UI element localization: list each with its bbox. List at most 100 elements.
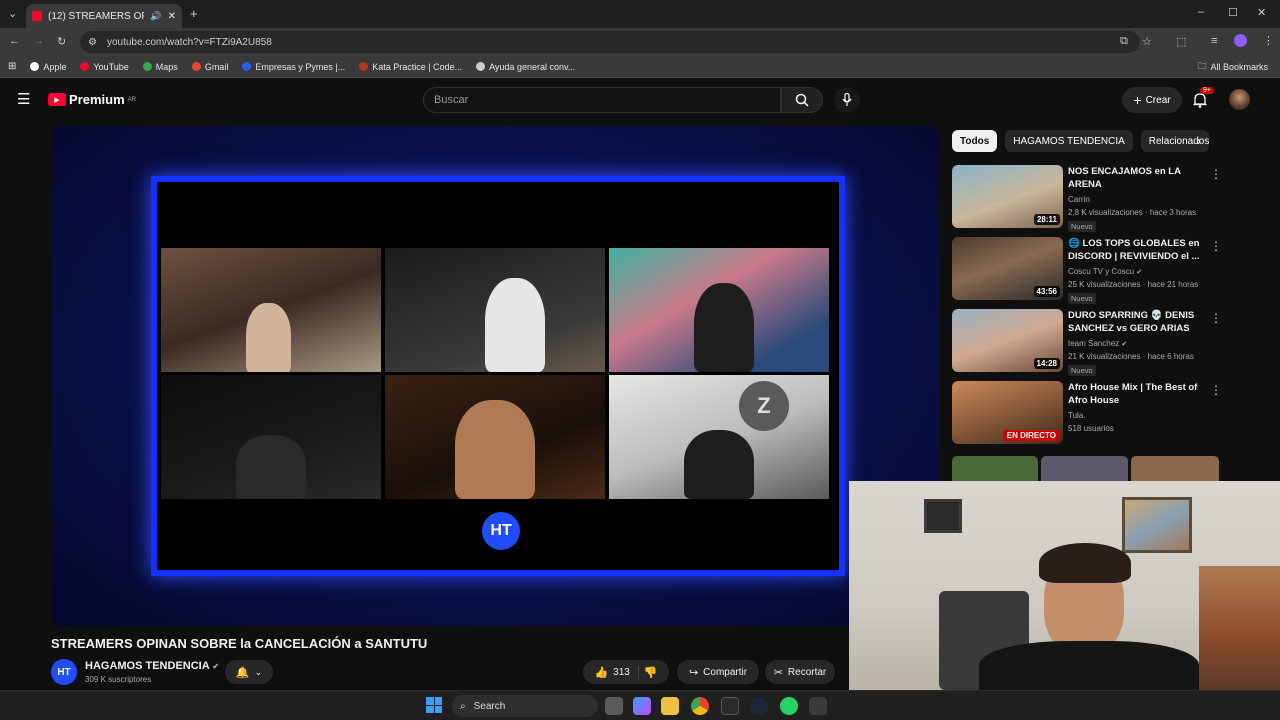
minimize-icon[interactable]: – — [1198, 6, 1204, 18]
maximize-icon[interactable]: ☐ — [1228, 6, 1238, 19]
browser-tab-bar: ⌄ (12) STREAMERS OPINAN S 🔊 ✕ + – ☐ ✕ — [0, 0, 1280, 28]
recommendation-item[interactable]: 28:11 NOS ENCAJAMOS en LA ARENA Carrin 2… — [952, 165, 1222, 232]
chrome-icon[interactable] — [691, 697, 709, 715]
apps-grid-icon[interactable]: ⊞ — [8, 61, 16, 72]
store-icon[interactable] — [721, 697, 739, 715]
recommendation-channel[interactable]: Tula. — [1068, 411, 1086, 420]
chip-hagamos-tendencia[interactable]: HAGAMOS TENDENCIA — [1005, 130, 1133, 152]
video-title: STREAMERS OPINAN SOBRE la CANCELACIÓN a … — [51, 636, 428, 651]
bookmark-kata[interactable]: Kata Practice | Code... — [359, 62, 462, 72]
search-icon — [795, 93, 809, 107]
recommendation-title[interactable]: Afro House Mix | The Best of Afro House — [1068, 381, 1208, 407]
more-options-icon[interactable]: ⋮ — [1210, 312, 1222, 324]
new-tab-icon[interactable]: + — [190, 6, 198, 21]
bookmark-maps[interactable]: Maps — [142, 62, 178, 72]
video-player[interactable]: Z HT — [51, 126, 940, 626]
subscriber-count: 309 K suscriptores — [85, 675, 152, 684]
notification-count-badge: 9+ — [1200, 87, 1214, 94]
whatsapp-icon[interactable] — [780, 697, 798, 715]
bookmark-apple[interactable]: Apple — [30, 62, 66, 72]
new-badge: Nuevo — [1068, 365, 1096, 376]
youtube-premium-logo[interactable]: ▶ Premium AR — [48, 92, 136, 107]
recommendation-channel[interactable]: Coscu TV y Coscu ✔ — [1068, 267, 1142, 276]
forward-icon[interactable]: → — [33, 35, 44, 47]
menu-icon[interactable]: ⋮ — [1263, 34, 1274, 47]
notifications-button[interactable]: 9+ — [1193, 87, 1214, 113]
recommendation-meta: 21 K visualizaciones · hace 6 horas — [1068, 352, 1194, 361]
scissors-icon: ✂ — [773, 666, 783, 679]
all-bookmarks[interactable]: 🗀 All Bookmarks — [1197, 59, 1268, 75]
wall-painting — [1122, 497, 1192, 553]
webcam-overlay — [849, 481, 1280, 690]
bookmark-ayuda[interactable]: Ayuda general conv... — [476, 62, 575, 72]
hamburger-menu-icon[interactable]: ☰ — [17, 90, 30, 108]
install-icon[interactable]: ⧉ — [1120, 35, 1128, 48]
taskbar-search[interactable]: ⌕ Search — [452, 695, 598, 717]
wall-picture — [924, 499, 962, 533]
apple-icon — [30, 62, 40, 71]
extensions-icon[interactable]: ⬚ — [1176, 35, 1186, 48]
bookmark-empresas[interactable]: Empresas y Pymes |... — [242, 62, 345, 72]
audio-icon[interactable]: 🔊 — [150, 11, 161, 22]
url-field[interactable]: ⚙ youtube.com/watch?v=FTZi9A2U858 — [80, 31, 1140, 53]
search-input[interactable]: Buscar — [423, 87, 781, 113]
copilot-icon[interactable] — [633, 697, 651, 715]
close-tab-icon[interactable]: ✕ — [168, 11, 176, 22]
recommendation-item[interactable]: EN DIRECTO Afro House Mix | The Best of … — [952, 381, 1222, 445]
tab-list-icon[interactable]: ⌄ — [8, 7, 17, 20]
bookmark-gmail[interactable]: Gmail — [191, 62, 228, 72]
shorts-thumbnail[interactable] — [952, 456, 1038, 481]
search-icon: ⌕ — [460, 700, 466, 712]
chevron-right-icon[interactable]: › — [1197, 134, 1201, 148]
duration-badge: 43:56 — [1033, 286, 1060, 297]
video-thumbnail[interactable]: 14:28 — [952, 309, 1063, 372]
cam-feed-4 — [161, 375, 381, 499]
channel-name[interactable]: HAGAMOS TENDENCIA ✔ — [85, 660, 219, 672]
voice-search-button[interactable] — [834, 87, 860, 113]
account-avatar[interactable] — [1229, 89, 1250, 110]
profile-avatar[interactable] — [1234, 34, 1247, 47]
windows-start-icon[interactable] — [426, 697, 442, 713]
recommendation-title[interactable]: 🌐 LOS TOPS GLOBALES en DISCORD | REVIVIE… — [1068, 237, 1208, 263]
chip-todos[interactable]: Todos — [952, 130, 998, 152]
app-icon[interactable] — [809, 697, 827, 715]
share-button[interactable]: ↪ Compartir — [677, 660, 759, 684]
site-info-icon[interactable]: ⚙ — [88, 37, 97, 48]
search-button[interactable] — [781, 87, 823, 113]
file-explorer-icon[interactable] — [661, 697, 679, 715]
video-thumbnail[interactable]: 43:56 — [952, 237, 1063, 300]
recommendation-channel[interactable]: team Sanchez ✔ — [1068, 339, 1127, 348]
recommendation-channel[interactable]: Carrin — [1068, 195, 1090, 204]
subscription-bell-button[interactable]: 🔔 ⌄ — [225, 660, 273, 684]
create-button[interactable]: + Crear — [1122, 87, 1182, 113]
browser-tab[interactable]: (12) STREAMERS OPINAN S 🔊 ✕ — [26, 4, 182, 28]
back-icon[interactable]: ← — [9, 35, 20, 47]
reading-list-icon[interactable]: ≡ — [1211, 35, 1217, 47]
clip-button[interactable]: ✂ Recortar — [765, 660, 835, 684]
recommendation-item[interactable]: 43:56 🌐 LOS TOPS GLOBALES en DISCORD | R… — [952, 237, 1222, 304]
dislike-button[interactable]: 👎 — [644, 666, 658, 679]
bell-icon — [1193, 93, 1207, 108]
youtube-icon — [80, 62, 90, 71]
close-window-icon[interactable]: ✕ — [1257, 6, 1266, 19]
like-button[interactable]: 👍 313 — [594, 665, 639, 679]
bookmark-star-icon[interactable]: ☆ — [1142, 35, 1152, 48]
recommendation-title[interactable]: DURO SPARRING 💀 DENIS SANCHEZ vs GERO AR… — [1068, 309, 1208, 335]
more-options-icon[interactable]: ⋮ — [1210, 240, 1222, 252]
recommendation-item[interactable]: 14:28 DURO SPARRING 💀 DENIS SANCHEZ vs G… — [952, 309, 1222, 376]
openai-icon — [476, 62, 486, 71]
video-thumbnail[interactable]: 28:11 — [952, 165, 1063, 228]
shorts-thumbnail[interactable] — [1041, 456, 1128, 481]
recommendation-title[interactable]: NOS ENCAJAMOS en LA ARENA — [1068, 165, 1208, 191]
video-thumbnail[interactable]: EN DIRECTO — [952, 381, 1063, 444]
channel-avatar[interactable]: HT — [51, 659, 77, 685]
reload-icon[interactable]: ↻ — [57, 35, 66, 48]
youtube-header: ☰ ▶ Premium AR Buscar + Crear 9+ — [0, 78, 1280, 122]
shorts-thumbnail[interactable] — [1131, 456, 1219, 481]
steam-icon[interactable] — [750, 697, 768, 715]
more-options-icon[interactable]: ⋮ — [1210, 384, 1222, 396]
more-options-icon[interactable]: ⋮ — [1210, 168, 1222, 180]
task-view-icon[interactable] — [605, 697, 623, 715]
hagamos-tendencia-logo: HT — [482, 512, 520, 550]
bookmark-youtube[interactable]: YouTube — [80, 62, 129, 72]
